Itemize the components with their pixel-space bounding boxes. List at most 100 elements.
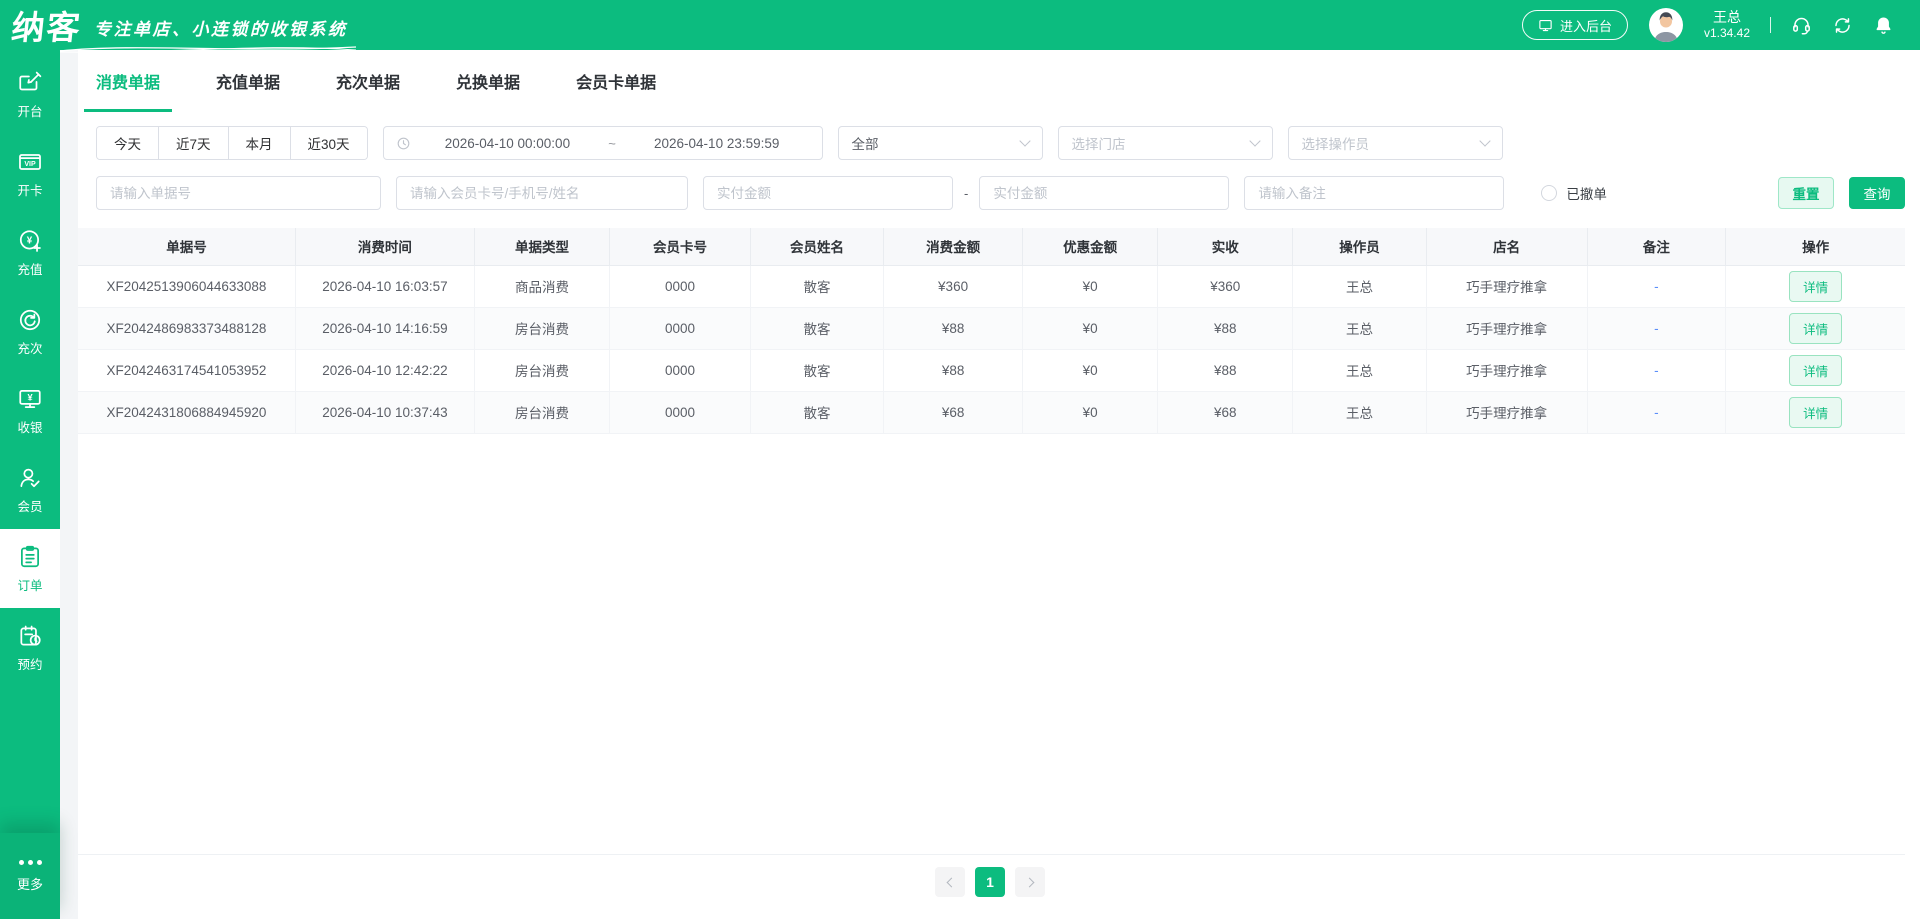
column-header-paid: 实收 [1157,228,1294,266]
detail-button[interactable]: 详情 [1789,354,1843,386]
next-page-button[interactable] [1015,867,1045,897]
sidebar-item-orders[interactable]: 订单 [0,529,60,608]
order-type-select[interactable]: 全部 [837,126,1043,160]
enter-backstage-button[interactable]: 进入后台 [1521,10,1628,40]
cell-store: 巧手理疗推拿 [1425,348,1588,392]
reset-button[interactable]: 重置 [1778,177,1834,209]
quick-range-month-button[interactable]: 本月 [228,127,291,159]
cell-paid: ¥68 [1157,390,1294,434]
operator-select-placeholder: 选择操作员 [1301,137,1370,152]
recharge-count-icon [19,309,41,330]
cell-member: 散客 [749,264,885,308]
order-type-selected-value: 全部 [851,137,879,152]
tab-recharge-count-orders[interactable]: 充次单据 [336,50,400,112]
quick-range-today-button[interactable]: 今天 [97,127,159,159]
quick-range-30days-button[interactable]: 近30天 [290,127,367,159]
current-page-button[interactable]: 1 [975,867,1005,897]
cell-type: 房台消费 [473,348,611,392]
cashier-icon: ¥ [19,389,41,408]
detail-button[interactable]: 详情 [1789,396,1843,428]
cell-order-no: XF2042463174541053952 [78,348,296,392]
sidebar-item-label: 充值 [17,262,43,277]
sidebar-item-label: 开卡 [17,183,43,198]
column-header-member: 会员姓名 [749,228,885,266]
cell-paid: ¥88 [1157,306,1294,350]
paid-amount-min-input[interactable] [703,176,953,210]
cell-operator: 王总 [1292,306,1427,350]
revoked-radio[interactable]: 已撤单 [1541,183,1607,203]
end-datetime-input[interactable] [623,135,810,151]
orders-table-container: 单据号 消费时间 单据类型 会员卡号 会员姓名 消费金额 优惠金额 实收 操作员… [78,228,1905,855]
cell-card-no: 0000 [609,348,751,392]
column-header-time: 消费时间 [294,228,475,266]
column-header-type: 单据类型 [473,228,611,266]
brand-tagline: 专注单店、小连锁的收银系统 [94,20,348,39]
search-button[interactable]: 查询 [1849,177,1905,209]
detail-button[interactable]: 详情 [1789,270,1843,302]
cell-paid: ¥360 [1157,264,1294,308]
sidebar-item-member[interactable]: 会员 [0,450,60,529]
detail-button[interactable]: 详情 [1789,312,1843,344]
cell-store: 巧手理疗推拿 [1425,264,1588,308]
cell-member: 散客 [749,390,885,434]
orders-table: 单据号 消费时间 单据类型 会员卡号 会员姓名 消费金额 优惠金额 实收 操作员… [78,228,1905,434]
sidebar: 开台 VIP 开卡 ¥ 充值 充次 ¥ 收银 会员 订单 预约 更多 [0,50,60,919]
enter-backstage-label: 进入后台 [1559,18,1612,34]
filter-row-primary: 今天 近7天 本月 近30天 ~ 全部 选择门店 选择操作员 [60,126,1920,160]
cell-discount: ¥0 [1021,390,1159,434]
sidebar-item-cashier[interactable]: ¥ 收银 [0,371,60,450]
sidebar-item-label: 充次 [17,341,43,356]
table-body: XF2042513906044633088 2026-04-10 16:03:5… [78,264,1905,434]
cell-member: 散客 [749,348,885,392]
column-header-action: 操作 [1725,228,1905,266]
store-select[interactable]: 选择门店 [1057,126,1273,160]
sidebar-item-open-table[interactable]: 开台 [0,55,60,134]
tab-member-card-orders[interactable]: 会员卡单据 [576,50,656,112]
operator-select[interactable]: 选择操作员 [1287,126,1503,160]
cell-discount: ¥0 [1021,348,1159,392]
cell-paid: ¥88 [1157,348,1294,392]
clock-icon [397,137,409,149]
divider [1770,17,1771,33]
bell-icon[interactable] [1873,15,1894,36]
tab-exchange-orders[interactable]: 兑换单据 [456,50,520,112]
start-datetime-input[interactable] [414,135,601,151]
cell-remark: - [1586,264,1727,308]
sidebar-item-more[interactable]: 更多 [0,833,60,919]
quick-range-7days-button[interactable]: 近7天 [159,127,229,159]
date-range-separator: ~ [608,135,616,151]
cell-discount: ¥0 [1021,264,1159,308]
remark-input[interactable] [1244,176,1505,210]
cell-operator: 王总 [1292,390,1427,434]
sidebar-item-open-card[interactable]: VIP 开卡 [0,134,60,213]
cell-order-no: XF2042513906044633088 [78,264,296,308]
sidebar-item-label: 会员 [17,499,43,514]
cell-remark: - [1586,306,1727,350]
sidebar-item-recharge-count[interactable]: 充次 [0,292,60,371]
cell-operator: 王总 [1292,264,1427,308]
tab-consume-orders[interactable]: 消费单据 [83,50,173,112]
cell-action: 详情 [1725,348,1905,392]
cell-order-no: XF2042431806884945920 [78,390,296,434]
sidebar-item-appointment[interactable]: 预约 [0,608,60,687]
avatar[interactable] [1648,7,1684,43]
cell-type: 房台消费 [473,390,611,434]
column-header-amount: 消费金额 [883,228,1023,266]
table-row: XF2042431806884945920 2026-04-10 10:37:4… [78,390,1905,434]
prev-page-button[interactable] [935,867,965,897]
cell-store: 巧手理疗推拿 [1425,390,1588,434]
chevron-down-icon [1248,135,1261,147]
date-range-picker[interactable]: ~ [382,126,823,160]
headset-icon[interactable] [1791,15,1812,36]
tab-recharge-orders[interactable]: 充值单据 [216,50,280,112]
filter-row-secondary: - 已撤单 重置 查询 [60,176,1920,210]
appointment-icon [20,625,41,646]
paid-amount-max-input[interactable] [979,176,1230,210]
order-no-input[interactable] [96,176,381,210]
member-search-input[interactable] [396,176,688,210]
sidebar-item-recharge[interactable]: ¥ 充值 [0,213,60,292]
sync-icon[interactable] [1832,15,1853,36]
cell-order-no: XF2042486983373488128 [78,306,296,350]
cell-time: 2026-04-10 10:37:43 [294,390,475,434]
table-row: XF2042513906044633088 2026-04-10 16:03:5… [78,264,1905,308]
